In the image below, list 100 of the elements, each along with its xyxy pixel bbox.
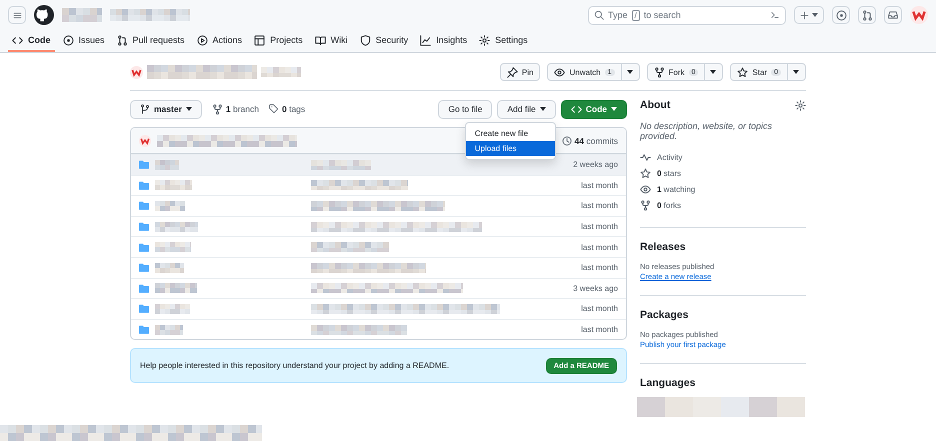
table-icon: [254, 34, 266, 46]
caret-icon: [540, 107, 546, 111]
avatar-icon: [139, 134, 151, 146]
commit-time: last month: [581, 325, 618, 334]
stat-link[interactable]: 0 forks: [657, 200, 682, 210]
create-button[interactable]: [794, 6, 824, 24]
octocat-logo[interactable]: [34, 5, 54, 25]
blurred-text: [155, 160, 179, 170]
avatar-icon: [130, 66, 143, 78]
search-placeholder: to search: [644, 10, 681, 20]
caret-icon: [793, 70, 799, 74]
repo-description: No description, website, or topics provided.: [640, 121, 774, 141]
file-row[interactable]: last month: [131, 298, 626, 319]
file-row[interactable]: 2 weeks ago: [131, 154, 626, 175]
folder-icon: [139, 160, 149, 170]
blurred-text: [155, 222, 198, 232]
section-title: About: [640, 99, 670, 111]
file-row[interactable]: 3 weeks ago: [131, 278, 626, 298]
repo-tab[interactable]: Actions: [192, 30, 246, 52]
play-icon: [196, 34, 208, 46]
go-to-file-button[interactable]: Go to file: [438, 100, 492, 118]
blurred-text: [155, 262, 184, 273]
commit-time: last month: [581, 263, 618, 272]
repo-tab[interactable]: Issues: [58, 30, 109, 52]
code-icon: [12, 34, 23, 46]
menu-icon: [12, 10, 22, 20]
blurred-text: [261, 67, 301, 77]
tags-link[interactable]: 0 tags: [282, 104, 306, 114]
commit-time: 2 weeks ago: [573, 160, 618, 170]
repo-tab[interactable]: Wiki: [310, 30, 352, 52]
file-row[interactable]: last month: [131, 195, 626, 216]
commit-time: last month: [581, 180, 618, 190]
repo-tab[interactable]: Projects: [250, 30, 307, 52]
caret-icon: [611, 107, 617, 111]
commit-time: last month: [581, 222, 618, 232]
file-row[interactable]: last month: [131, 174, 626, 196]
search-placeholder: Type: [608, 10, 628, 20]
star-icon: [737, 66, 748, 78]
branch-icon: [140, 104, 150, 114]
blurred-text: [155, 304, 190, 314]
repo-action-button[interactable]: Pin: [500, 63, 540, 81]
menu-button[interactable]: [8, 6, 26, 24]
repo-tab[interactable]: Pull requests: [112, 30, 189, 52]
fork-icon: [654, 66, 665, 78]
file-row[interactable]: last month: [131, 216, 626, 236]
search-field[interactable]: Type / to search: [588, 6, 786, 24]
add-file-button[interactable]: Add file: [497, 100, 556, 118]
repo-tab[interactable]: Insights: [416, 30, 472, 52]
stat-link[interactable]: 0 stars: [657, 168, 682, 178]
caret-icon: [812, 13, 818, 17]
blurred-text: [155, 283, 197, 294]
issues-button[interactable]: [832, 6, 850, 24]
folder-icon: [139, 201, 149, 210]
book-icon: [314, 34, 326, 46]
pull-requests-button[interactable]: [858, 6, 876, 24]
eye-icon: [554, 66, 566, 78]
blurred-text: [311, 160, 371, 170]
repo-tab[interactable]: Settings: [475, 30, 532, 52]
eye-icon: [640, 184, 651, 194]
terminal-icon: [770, 10, 780, 20]
folder-icon: [139, 284, 149, 293]
branch-select[interactable]: master: [130, 100, 202, 118]
file-row[interactable]: last month: [131, 256, 626, 278]
repo-tab[interactable]: Security: [356, 30, 412, 52]
code-icon: [570, 104, 582, 114]
pulse-icon: [640, 152, 651, 162]
folder-icon: [139, 325, 149, 334]
folder-icon: [139, 304, 149, 314]
graph-icon: [420, 34, 432, 46]
section-title: Packages: [640, 309, 688, 321]
file-row[interactable]: last month: [131, 318, 626, 340]
menu-item[interactable]: Create new file: [466, 126, 555, 140]
folder-icon: [139, 222, 149, 232]
folder-icon: [139, 242, 149, 252]
folder-icon: [139, 180, 149, 190]
stat-link[interactable]: 1 watching: [657, 184, 696, 194]
blurred-text: [155, 324, 183, 335]
blurred-text: [155, 200, 185, 211]
search-icon: [594, 10, 604, 20]
commit-time: 3 weeks ago: [573, 284, 618, 293]
section-title: Releases: [640, 241, 686, 253]
commits-link[interactable]: 44 commits: [574, 136, 618, 146]
code-button[interactable]: Code: [560, 100, 627, 118]
menu-item[interactable]: Upload files: [466, 140, 555, 156]
caret-icon: [626, 70, 633, 74]
section-title: Languages: [640, 377, 696, 389]
shortcut-key: /: [632, 10, 640, 20]
pull-request-icon: [116, 34, 128, 46]
file-row[interactable]: last month: [131, 236, 626, 257]
blurred-text: [155, 242, 191, 252]
stat-link[interactable]: Activity: [657, 152, 682, 162]
caret-icon: [186, 107, 192, 111]
branches-link[interactable]: 1 branch: [226, 104, 259, 114]
tag-icon: [268, 104, 279, 114]
inbox-button[interactable]: [884, 6, 902, 24]
commit-time: last month: [581, 201, 618, 210]
pin-icon: [506, 66, 518, 78]
readme-hint: Help people interested in this repository understand your project by adding a README.: [140, 361, 450, 370]
caret-icon: [710, 70, 716, 74]
repo-tab[interactable]: Code: [8, 30, 54, 52]
